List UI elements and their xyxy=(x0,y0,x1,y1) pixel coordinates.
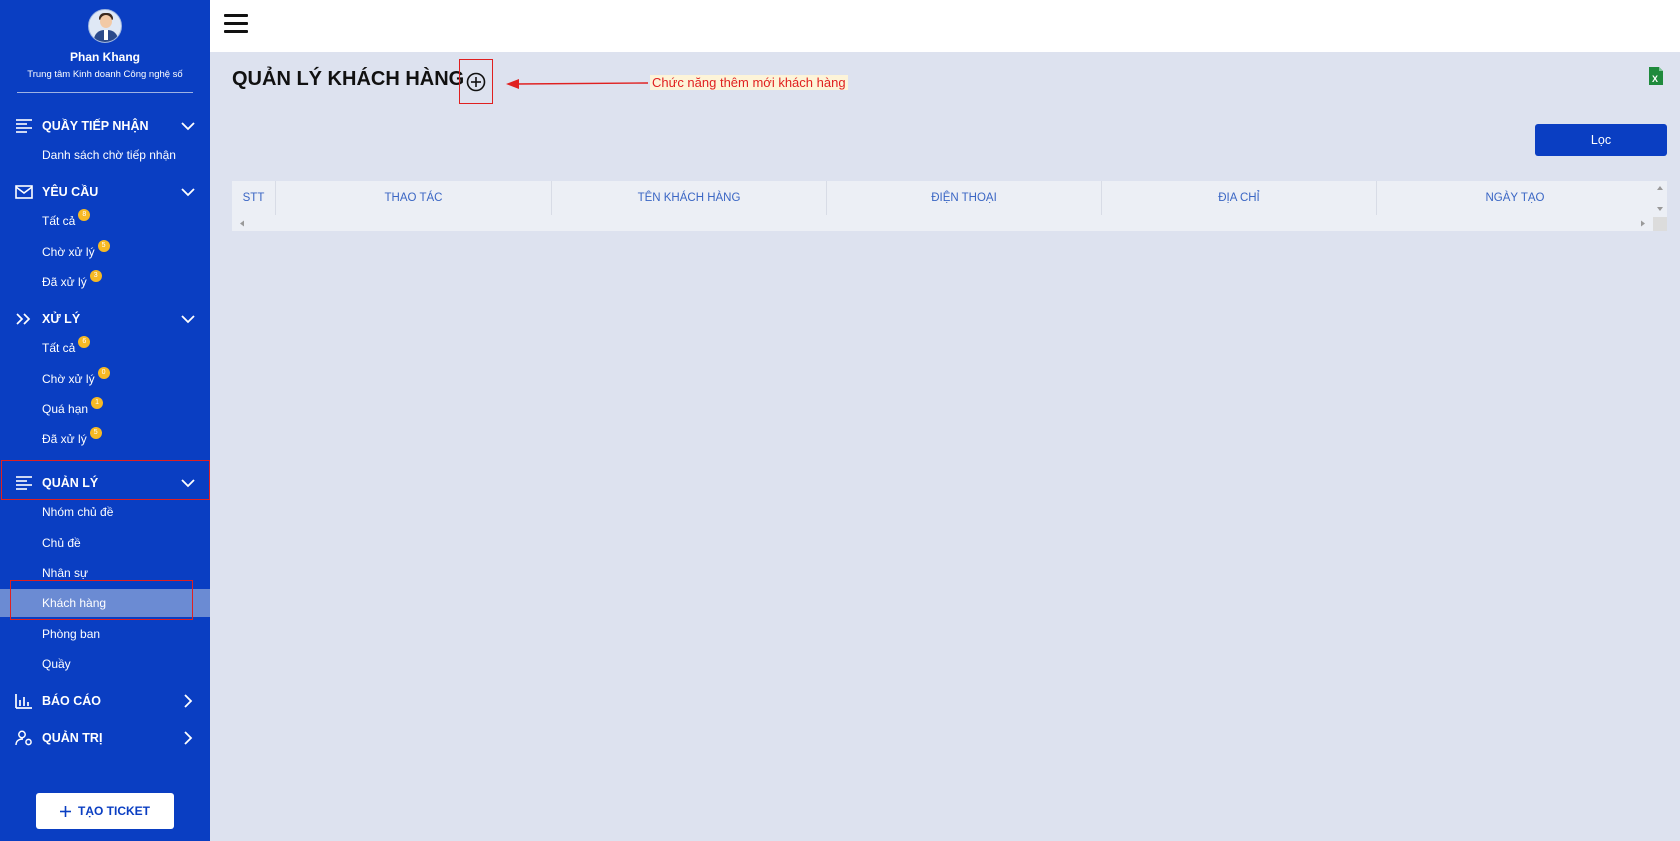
list-icon xyxy=(16,476,32,490)
sidebar-item-label: Đã xử lý xyxy=(42,432,87,446)
section-requests[interactable]: YÊU CẦU xyxy=(0,177,210,207)
sidebar-item-processing-pending[interactable]: Chờ xử lý 0 xyxy=(0,365,210,393)
section-requests-label: YÊU CẦU xyxy=(42,185,99,199)
column-header-phone[interactable]: ĐIỆN THOẠI xyxy=(827,181,1102,215)
sidebar-item-requests-pending[interactable]: Chờ xử lý 5 xyxy=(0,238,210,266)
sidebar-item-customers[interactable]: Khách hàng xyxy=(0,589,210,617)
sidebar-item-label: Khách hàng xyxy=(42,596,107,610)
sidebar-item-label: Nhân sự xyxy=(42,566,89,580)
column-header-stt[interactable]: STT xyxy=(232,181,276,215)
sidebar-item-topic-groups[interactable]: Nhóm chủ đề xyxy=(0,498,210,526)
add-customer-button[interactable] xyxy=(459,59,493,104)
menu-icon[interactable] xyxy=(224,14,248,36)
section-reports[interactable]: BÁO CÁO xyxy=(0,686,210,716)
annotation-arrow-icon xyxy=(506,79,648,89)
count-badge: 8 xyxy=(78,209,91,221)
customer-table: STT THAO TÁC TÊN KHÁCH HÀNG ĐIỆN THOẠI Đ… xyxy=(232,181,1667,231)
plus-icon xyxy=(60,805,71,817)
chevron-down-icon xyxy=(181,122,195,131)
section-admin[interactable]: QUẢN TRỊ xyxy=(0,723,210,753)
sidebar-item-label: Chờ xử lý xyxy=(42,372,95,386)
chevron-right-icon xyxy=(184,694,193,708)
count-badge: 6 xyxy=(78,336,91,348)
top-bar xyxy=(210,0,1680,52)
section-management[interactable]: QUẢN LÝ xyxy=(0,468,210,498)
count-badge: 1 xyxy=(91,397,104,409)
sidebar: Phan Khang Trung tâm Kinh doanh Công ngh… xyxy=(0,0,210,841)
sidebar-item-label: Danh sách chờ tiếp nhận xyxy=(42,148,176,162)
column-header-customer-name[interactable]: TÊN KHÁCH HÀNG xyxy=(552,181,827,215)
list-icon xyxy=(16,119,32,133)
section-reception-label: QUẦY TIẾP NHẬN xyxy=(42,119,149,133)
create-ticket-button[interactable]: TẠO TICKET xyxy=(36,793,174,829)
section-processing[interactable]: XỬ LÝ xyxy=(0,304,210,334)
sidebar-item-label: Quầy xyxy=(42,657,71,671)
user-profile: Phan Khang Trung tâm Kinh doanh Công ngh… xyxy=(0,0,210,93)
column-header-address[interactable]: ĐỊA CHỈ xyxy=(1102,181,1377,215)
sidebar-item-requests-done[interactable]: Đã xử lý 3 xyxy=(0,268,210,296)
section-reception[interactable]: QUẦY TIẾP NHẬN xyxy=(0,111,210,141)
sidebar-item-waiting-list[interactable]: Danh sách chờ tiếp nhận xyxy=(0,141,210,169)
user-settings-icon xyxy=(15,730,32,746)
section-processing-label: XỬ LÝ xyxy=(42,312,81,326)
sidebar-item-label: Đã xử lý xyxy=(42,275,87,289)
sidebar-item-processing-overdue[interactable]: Quá hạn 1 xyxy=(0,395,210,423)
chevron-down-icon xyxy=(181,315,195,324)
chevron-down-icon xyxy=(181,479,195,488)
sidebar-item-label: Tất cả xyxy=(42,214,76,228)
create-ticket-label: TẠO TICKET xyxy=(78,804,150,818)
chevron-right-icon xyxy=(184,731,193,745)
sidebar-item-staff[interactable]: Nhân sự xyxy=(0,559,210,587)
user-name: Phan Khang xyxy=(69,50,140,64)
sidebar-item-label: Tất cả xyxy=(42,341,76,355)
avatar[interactable] xyxy=(88,9,122,43)
sidebar-item-requests-all[interactable]: Tất cả 8 xyxy=(0,207,210,235)
sidebar-item-topics[interactable]: Chủ đề xyxy=(0,529,210,557)
scrollbar-corner xyxy=(1653,217,1667,231)
sidebar-item-label: Phòng ban xyxy=(42,627,101,641)
filter-button[interactable]: Lọc xyxy=(1535,124,1667,156)
annotation-label: Chức năng thêm mới khách hàng xyxy=(650,75,848,90)
sidebar-item-processing-done[interactable]: Đã xử lý 5 xyxy=(0,425,210,453)
count-badge: 0 xyxy=(97,367,110,379)
excel-icon[interactable]: X xyxy=(1648,66,1664,86)
user-department: Trung tâm Kinh doanh Công nghệ số xyxy=(27,69,183,80)
table-header: STT THAO TÁC TÊN KHÁCH HÀNG ĐIỆN THOẠI Đ… xyxy=(232,181,1653,215)
column-header-actions[interactable]: THAO TÁC xyxy=(276,181,552,215)
mail-icon xyxy=(15,185,33,199)
count-badge: 5 xyxy=(97,240,110,252)
sidebar-item-label: Chờ xử lý xyxy=(42,245,95,259)
vertical-scrollbar[interactable] xyxy=(1653,181,1667,215)
sidebar-item-processing-all[interactable]: Tất cả 6 xyxy=(0,334,210,362)
sidebar-item-departments[interactable]: Phòng ban xyxy=(0,620,210,648)
sidebar-item-label: Nhóm chủ đề xyxy=(42,505,114,519)
profile-divider xyxy=(17,92,193,93)
sidebar-item-label: Quá hạn xyxy=(42,402,89,416)
horizontal-scrollbar[interactable] xyxy=(232,217,1653,230)
bar-chart-icon xyxy=(15,694,32,709)
chevron-down-icon xyxy=(181,188,195,197)
section-management-label: QUẢN LÝ xyxy=(42,476,99,490)
section-reports-label: BÁO CÁO xyxy=(42,694,102,708)
page-title: QUẢN LÝ KHÁCH HÀNG xyxy=(232,68,465,90)
svg-text:X: X xyxy=(1652,74,1658,84)
add-circle-icon xyxy=(466,72,486,92)
sidebar-item-label: Chủ đề xyxy=(42,536,81,550)
filter-button-label: Lọc xyxy=(1590,133,1612,147)
sidebar-item-counters[interactable]: Quầy xyxy=(0,650,210,678)
column-header-created-date[interactable]: NGÀY TẠO xyxy=(1377,181,1653,215)
count-badge: 3 xyxy=(89,270,102,282)
section-admin-label: QUẢN TRỊ xyxy=(42,731,103,745)
double-chevron-icon xyxy=(16,313,31,325)
count-badge: 5 xyxy=(89,427,102,439)
